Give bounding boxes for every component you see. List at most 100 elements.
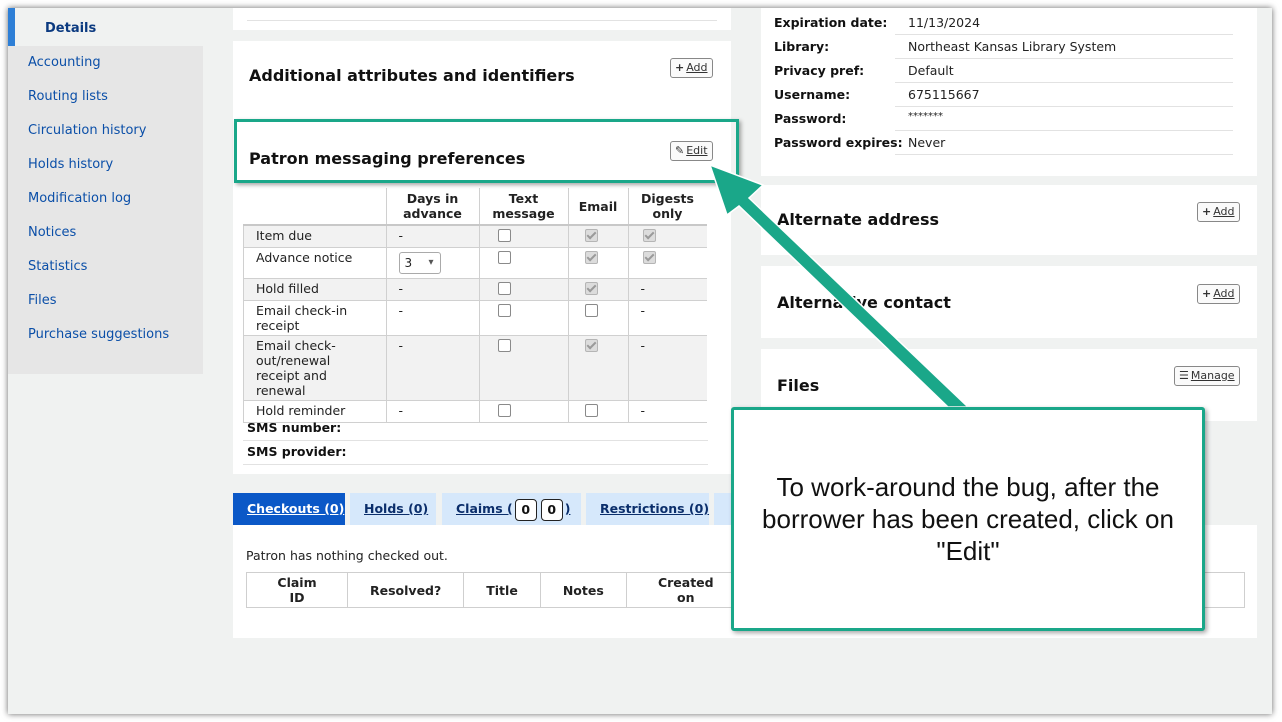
add-attribute-button[interactable]: + Add [670,58,713,78]
plus-icon: + [1202,205,1212,218]
sms-checkbox[interactable] [497,338,511,352]
advance-days-value: 3 [404,255,413,270]
sms-provider-row: SMS provider: [247,444,717,464]
sidebar-item-statistics[interactable]: Statistics [8,250,203,284]
previous-panel [233,8,731,30]
messaging-days: - [385,278,479,301]
additional-attributes-title: Additional attributes and identifiers [249,66,575,85]
password-value: ******* [908,111,943,122]
messaging-row-label: Email check-out/renewal receipt and rene… [243,335,386,401]
claims-resolved-badge: 0 [540,498,563,521]
messaging-header-email: Email [567,188,628,226]
messaging-digest: - [627,335,707,401]
table-row: Advance notice 3 ▾ [243,247,707,279]
messaging-header-sms: Text message [478,188,568,226]
messaging-digest: - [627,300,707,336]
table-row: Hold reminder - - [243,400,707,423]
expiration-date-label: Expiration date: [774,15,888,30]
messaging-header-digest: Digests only [627,188,707,226]
manage-files-label: Manage [1190,369,1235,382]
alternative-contact-title: Alternative contact [777,293,951,312]
table-row: Email check-out/renewal receipt and rene… [243,335,707,401]
sidebar-item-circulation-history[interactable]: Circulation history [8,114,203,148]
table-row: Email check-in receipt - - [243,300,707,336]
callout-text: To work-around the bug, after the borrow… [762,472,1174,566]
table-row: Hold filled - - [243,278,707,301]
privacy-pref-label: Privacy pref: [774,63,865,78]
sidebar-item-purchase-suggestions[interactable]: Purchase suggestions [8,318,203,352]
instruction-callout: To work-around the bug, after the borrow… [731,407,1205,631]
additional-attributes-panel: Additional attributes and identifiers + A… [233,41,731,121]
sidebar-item-routing-lists[interactable]: Routing lists [8,80,203,114]
sms-checkbox[interactable] [497,403,511,417]
messaging-digest: - [627,278,707,301]
add-alternative-contact-button[interactable]: + Add [1197,284,1240,304]
library-value: Northeast Kansas Library System [908,39,1117,54]
digest-checkbox[interactable] [642,250,656,264]
library-info-panel: Expiration date: 11/13/2024 Library: Nor… [761,8,1257,176]
manage-files-button[interactable]: ☰ Manage [1174,366,1240,386]
claims-header-title: Title [463,572,541,608]
sms-checkbox[interactable] [497,250,511,264]
username-value: 675115667 [908,87,980,102]
email-checkbox[interactable] [584,403,598,417]
password-label: Password: [774,111,847,126]
library-label: Library: [774,39,830,54]
sidebar-item-modification-log[interactable]: Modification log [8,182,203,216]
password-expires-label: Password expires: [774,135,903,150]
expiration-date-value: 11/13/2024 [908,15,981,30]
sidebar-item-details[interactable]: Details [8,8,203,46]
files-title: Files [777,376,820,395]
messaging-row-label: Item due [243,225,386,248]
claims-header-notes: Notes [539,572,627,608]
add-alternate-address-label: Add [1213,205,1235,218]
claims-count-badge: 0 [514,498,537,521]
add-alternative-contact-label: Add [1213,287,1235,300]
email-checkbox[interactable] [584,281,598,295]
tab-holds[interactable]: Holds (0) [350,493,436,525]
sms-number-label: SMS number: [247,420,342,435]
email-checkbox[interactable] [584,229,598,242]
password-expires-value: Never [908,135,946,150]
table-row: Item due - [243,225,707,248]
messaging-row-label: Advance notice [243,247,386,279]
no-checkouts-message: Patron has nothing checked out. [246,548,448,563]
messaging-days: - [385,225,479,248]
messaging-row-label: Hold reminder [243,400,386,423]
claims-header-resolved: Resolved? [346,572,465,608]
sms-checkbox[interactable] [497,303,511,317]
sidebar-nav: Details Accounting Routing lists Circula… [8,8,203,374]
sidebar-item-accounting[interactable]: Accounting [8,46,203,80]
tab-restrictions[interactable]: Restrictions (0) [586,493,709,525]
messaging-header-type [243,188,386,226]
alternate-address-title: Alternate address [777,210,940,229]
privacy-pref-value: Default [908,63,954,78]
messaging-days: - [385,335,479,401]
email-checkbox[interactable] [584,250,598,264]
sms-checkbox[interactable] [497,281,511,295]
tab-checkouts[interactable]: Checkouts (0) [233,493,345,525]
messaging-row-label: Email check-in receipt [243,300,386,336]
email-checkbox[interactable] [584,338,598,352]
claims-header-created-on: Created on [625,572,746,608]
sidebar-item-notices[interactable]: Notices [8,216,203,250]
messaging-row-label: Hold filled [243,278,386,301]
sms-checkbox[interactable] [497,229,511,242]
tab-claims[interactable]: Claims (0 0) [442,493,581,525]
advance-days-select[interactable]: 3 ▾ [398,251,441,274]
sms-number-row: SMS number: [247,420,717,440]
sidebar-item-files[interactable]: Files [8,284,203,318]
screenshot-frame: Details Accounting Routing lists Circula… [8,8,1272,714]
claims-header-id: Claim ID [246,572,348,608]
chevron-down-icon: ▾ [428,256,434,268]
plus-icon: + [1202,287,1212,300]
email-checkbox[interactable] [584,303,598,317]
messaging-days: - [385,400,479,423]
sidebar-item-holds-history[interactable]: Holds history [8,148,203,182]
highlight-box [234,119,739,183]
add-attribute-label: Add [686,61,708,74]
alternate-address-panel: Alternate address + Add [761,185,1257,255]
add-alternate-address-button[interactable]: + Add [1197,202,1240,222]
claims-tab-suffix: ) [564,501,571,516]
digest-checkbox[interactable] [642,229,656,242]
